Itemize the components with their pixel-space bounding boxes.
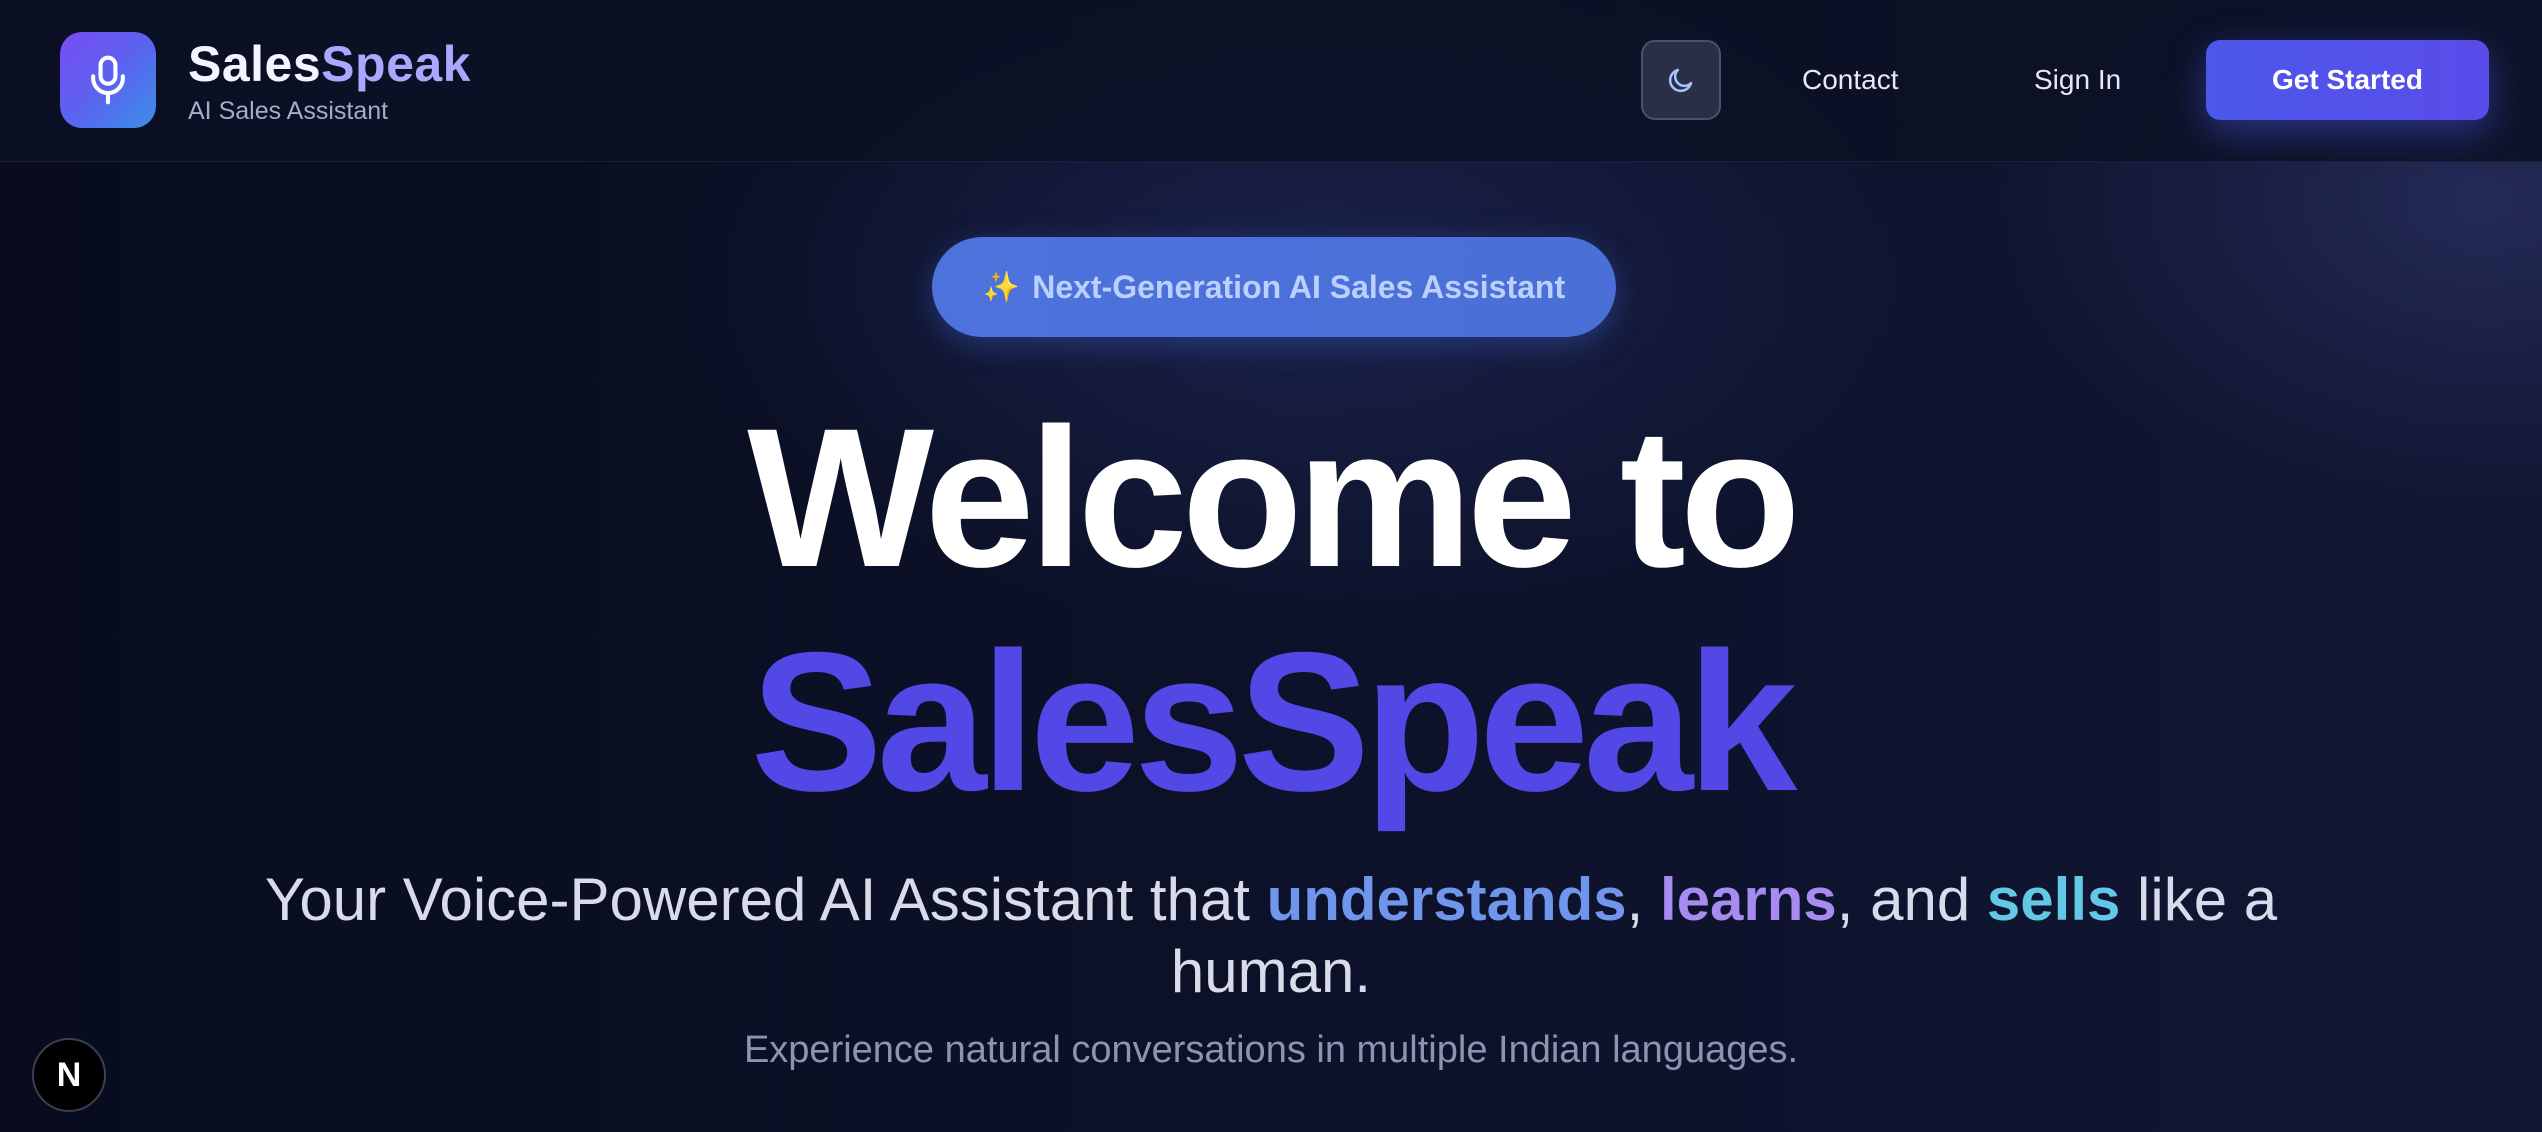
tagline-prefix: Your Voice-Powered AI Assistant that — [264, 866, 1267, 933]
brand-name[interactable]: SalesSpeak — [188, 36, 471, 92]
tagline-highlight-sells: sells — [1986, 866, 2121, 933]
nav-contact-link[interactable]: Contact — [1802, 58, 1899, 102]
brand-name-part1: Sales — [188, 36, 322, 92]
tagline-highlight-learns: learns — [1660, 866, 1837, 933]
theme-toggle-button[interactable] — [1641, 40, 1721, 120]
tagline-highlight-understands: understands — [1266, 866, 1627, 933]
logo-tile[interactable] — [60, 32, 156, 128]
microphone-icon — [91, 55, 125, 105]
tagline-separator-2: , and — [1836, 866, 1987, 933]
hero-tagline: Your Voice-Powered AI Assistant that und… — [200, 864, 2342, 1008]
get-started-button[interactable]: Get Started — [2206, 40, 2489, 120]
tagline-separator-1: , — [1626, 866, 1660, 933]
nav-sign-in-link[interactable]: Sign In — [2034, 58, 2121, 102]
hero-badge: ✨ Next-Generation AI Sales Assistant — [932, 237, 1616, 337]
hero-badge-text: Next-Generation AI Sales Assistant — [1032, 268, 1566, 305]
brand-tagline: AI Sales Assistant — [188, 97, 389, 125]
moon-icon — [1668, 68, 1693, 93]
nextjs-dev-indicator-button[interactable]: N — [32, 1038, 106, 1112]
brand-name-part2: Speak — [321, 36, 471, 92]
hero-subline: Experience natural conversations in mult… — [743, 1029, 1799, 1071]
hero-title-brand: SalesSpeak — [750, 611, 1798, 832]
hero-title-line1: Welcome to — [747, 387, 1801, 608]
sparkles-icon: ✨ — [982, 270, 1021, 304]
nextjs-logo-icon: N — [56, 1055, 82, 1094]
top-navbar: SalesSpeak AI Sales Assistant Contact Si… — [0, 0, 2542, 162]
landing-page: SalesSpeak AI Sales Assistant Contact Si… — [0, 0, 2542, 1132]
